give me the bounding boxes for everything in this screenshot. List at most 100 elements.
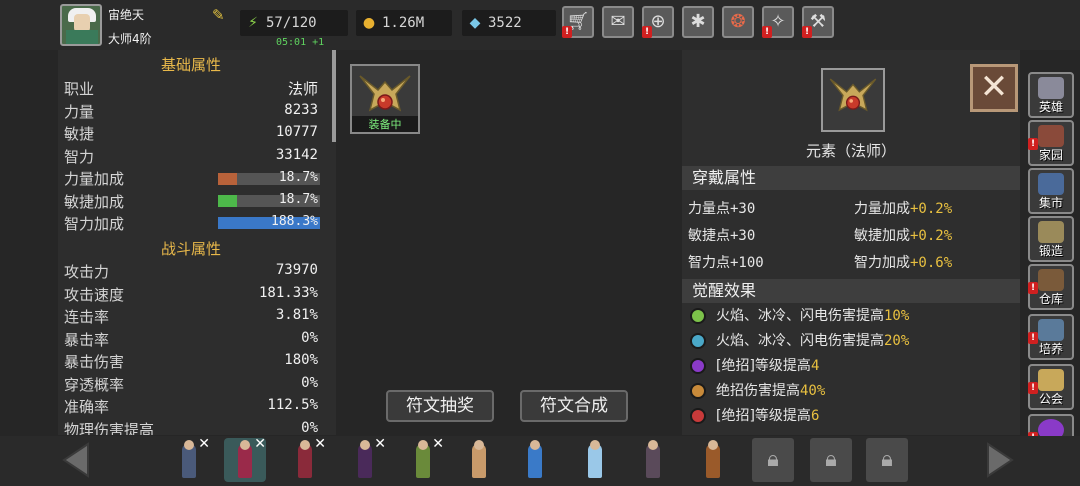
player-rank: 大师4阶 — [108, 32, 152, 46]
hero-portrait[interactable]: ✕ — [284, 436, 326, 482]
mail-button[interactable]: ✉ — [602, 6, 634, 38]
castle-icon — [1038, 125, 1064, 147]
hero-portrait[interactable]: ✕ — [168, 436, 210, 482]
edit-icon[interactable]: ✎ — [212, 8, 228, 23]
pierce-label: 穿透概率 — [64, 376, 125, 394]
hero-portrait[interactable] — [514, 438, 556, 482]
basic-stats-title: 基础属性 — [160, 56, 221, 74]
lock-icon: 🔒︎ — [825, 447, 837, 472]
hero-portrait[interactable]: ✕ — [224, 436, 266, 482]
lock-icon: 🔒︎ — [767, 447, 779, 472]
assigned-x-icon: ✕ — [314, 436, 326, 452]
energy-counter: ⚡ 57/120 — [240, 10, 348, 36]
wear-attr-agi: 敏捷点+30 — [688, 228, 756, 244]
rune-combine-button[interactable]: 符文合成 — [520, 390, 628, 422]
wear-attr-int: 智力点+100 — [688, 255, 764, 271]
int-label: 智力 — [64, 148, 95, 166]
str-label: 力量 — [64, 103, 95, 121]
lock-icon: 🔒︎ — [881, 447, 893, 472]
mail-icon: ✉ — [610, 11, 626, 32]
gear-icon: ✱ — [690, 11, 706, 32]
crit-label: 暴击率 — [64, 331, 110, 349]
shop-button[interactable]: 🛒︎ ! — [562, 6, 594, 38]
warehouse-icon — [1038, 269, 1064, 291]
str-bonus-label: 力量加成 — [64, 170, 125, 188]
hero-portrait[interactable] — [632, 438, 674, 482]
hero-portrait[interactable]: ✕ — [402, 436, 444, 482]
close-icon: ✕ — [979, 67, 1009, 107]
close-button[interactable]: ✕ — [970, 64, 1018, 112]
combo-label: 连击率 — [64, 308, 110, 326]
settings-button[interactable]: ✱ — [682, 6, 714, 38]
equipped-tag: 装备中 — [352, 116, 418, 132]
atk-label: 攻击力 — [64, 263, 110, 281]
alert-badge: ! — [562, 26, 572, 38]
rune-draw-button[interactable]: 符文抽奖 — [386, 390, 494, 422]
nav-train[interactable]: ! 培养 — [1028, 314, 1074, 360]
stats-panel[interactable]: 基础属性 职业 法师 力量 8233 敏捷 10777 智力 33142 力量加… — [58, 50, 336, 435]
agi-bonus-label: 敏捷加成 — [64, 193, 125, 211]
nav-forge[interactable]: 锻造 — [1028, 216, 1074, 262]
acc-value: 112.5% — [267, 397, 318, 413]
gamepad-button[interactable]: ⊕ ! — [642, 6, 674, 38]
tools-icon: ⚒ — [809, 11, 827, 32]
stats-scrollbar[interactable] — [332, 50, 336, 142]
nav-market[interactable]: 集市 — [1028, 168, 1074, 214]
arrow-right-icon[interactable] — [982, 440, 1018, 480]
nav-warehouse[interactable]: ! 仓库 — [1028, 264, 1074, 310]
wear-attr-int-bonus: 智力加成+0.6% — [854, 255, 953, 271]
awaken-effect-3: [绝招]等级提高4 — [688, 355, 819, 377]
locked-hero-slot[interactable]: 🔒︎ — [866, 438, 908, 482]
nav-home[interactable]: ! 家园 — [1028, 120, 1074, 166]
agi-value: 10777 — [275, 124, 318, 140]
int-value: 33142 — [275, 147, 318, 163]
arrow-left-icon[interactable] — [58, 440, 94, 480]
phys-value: 0% — [301, 420, 318, 435]
agi-bonus-bar: 18.7% — [218, 192, 320, 207]
gem-counter: ◆ 3522 — [462, 10, 556, 36]
energy-timer: 05:01 +1 — [276, 37, 325, 48]
alert-badge: ! — [762, 26, 772, 38]
rune-emblem-icon — [829, 78, 877, 112]
awaken-effect-5: [绝招]等级提高6 — [688, 405, 819, 427]
alert-badge: ! — [802, 26, 812, 38]
int-bonus-bar: 188.3% — [218, 214, 320, 229]
wear-attr-str-bonus: 力量加成+0.2% — [854, 201, 953, 217]
alert-badge: ! — [642, 26, 652, 38]
player-avatar[interactable] — [60, 4, 102, 46]
gamepad-icon: ⊕ — [650, 11, 666, 32]
nav-hero[interactable]: 英雄 — [1028, 72, 1074, 118]
nav-guild[interactable]: ! 公会 — [1028, 364, 1074, 410]
color-wheel-button[interactable]: ❂ — [722, 6, 754, 38]
hero-portrait[interactable] — [458, 438, 500, 482]
sparkle-button[interactable]: ✧ ! — [762, 6, 794, 38]
market-icon — [1038, 173, 1064, 195]
awaken-effect-2: 火焰、冰冷、闪电伤害提高20% — [688, 330, 909, 352]
tools-button[interactable]: ⚒ ! — [802, 6, 834, 38]
equipped-rune-slot[interactable]: 装备中 — [350, 64, 420, 134]
atkspd-value: 181.33% — [258, 285, 318, 301]
str-bonus-bar: 18.7% — [218, 170, 320, 185]
locked-hero-slot[interactable]: 🔒︎ — [752, 438, 794, 482]
assigned-x-icon: ✕ — [198, 436, 210, 452]
helmet-icon — [1038, 77, 1064, 99]
wear-attr-str: 力量点+30 — [688, 201, 756, 217]
critdmg-label: 暴击伤害 — [64, 353, 125, 371]
assigned-x-icon: ✕ — [254, 436, 266, 452]
atkspd-label: 攻击速度 — [64, 286, 125, 304]
crit-value: 0% — [301, 330, 318, 346]
assigned-x-icon: ✕ — [374, 436, 386, 452]
int-bonus-label: 智力加成 — [64, 215, 125, 233]
gem-icon: ◆ — [469, 15, 481, 31]
awaken-effect-1: 火焰、冰冷、闪电伤害提高10% — [688, 305, 909, 327]
acc-label: 准确率 — [64, 398, 110, 416]
hero-portrait[interactable] — [574, 438, 616, 482]
gold-counter: ● 1.26M — [356, 10, 452, 36]
chalice-icon — [1038, 319, 1064, 341]
awaken-effect-4: 绝招伤害提高40% — [688, 380, 825, 402]
class-label: 职业 — [64, 80, 95, 98]
hero-portrait[interactable] — [692, 438, 734, 482]
hero-portrait[interactable]: ✕ — [344, 436, 386, 482]
locked-hero-slot[interactable]: 🔒︎ — [810, 438, 852, 482]
assigned-x-icon: ✕ — [432, 436, 444, 452]
